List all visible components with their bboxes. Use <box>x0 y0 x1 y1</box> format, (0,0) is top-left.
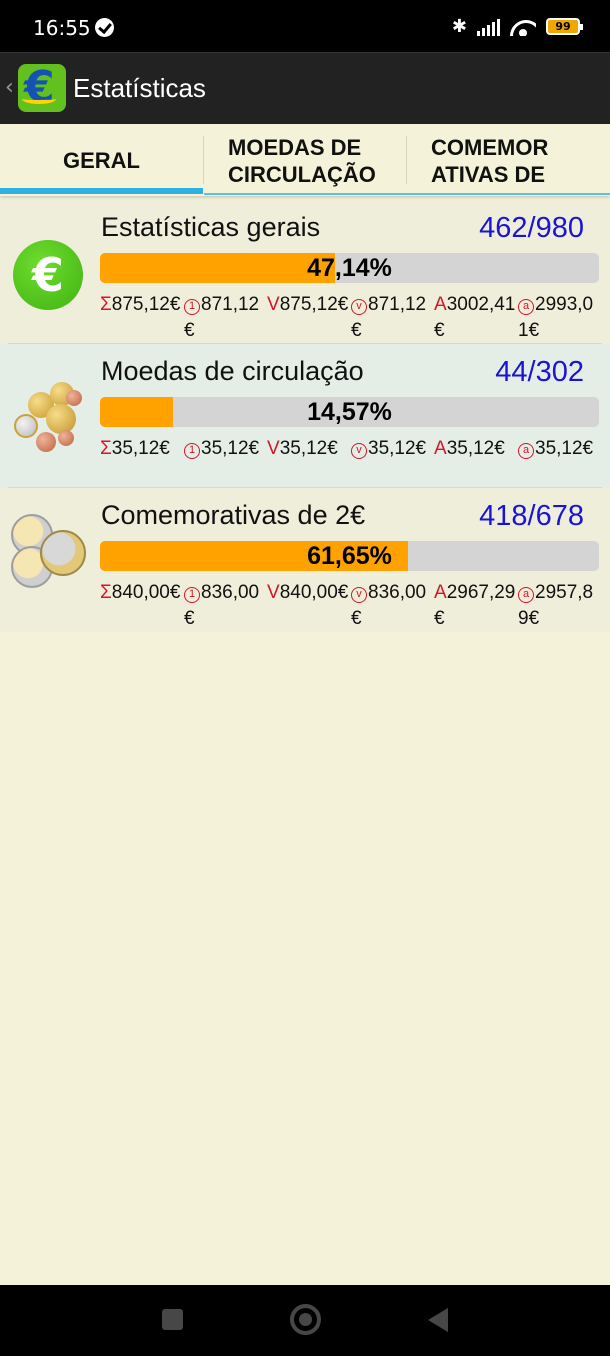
status-bar: 16:55 ✱ 99 <box>0 0 610 52</box>
value-v: V35,12€ <box>267 438 338 459</box>
row-title: Moedas de circulação <box>101 356 364 386</box>
app-bar: ‹ € Estatísticas <box>0 52 610 124</box>
back-chevron-icon[interactable]: ‹ <box>5 75 14 100</box>
stats-row-commemorative[interactable]: Comemorativas de 2€ 418/678 61,65% Σ840,… <box>0 488 610 632</box>
wifi-icon <box>510 18 536 36</box>
stats-row-general[interactable]: € Estatísticas gerais 462/980 47,14% Σ87… <box>0 200 610 344</box>
euro-logo-icon: € <box>24 64 55 112</box>
back-icon[interactable] <box>428 1308 448 1332</box>
tab-moedas-de-circulacao[interactable]: MOEDAS DE CIRCULAÇÃO <box>204 124 406 196</box>
tab-comemorativas[interactable]: COMEMOR ATIVAS DE <box>407 124 610 196</box>
home-icon[interactable] <box>290 1304 321 1335</box>
tab-underline <box>204 193 610 195</box>
check-circle-icon <box>95 18 114 37</box>
progress-percent: 47,14% <box>307 254 392 282</box>
selected-tab-indicator <box>0 188 203 194</box>
value-total: Σ875,12€ <box>100 294 181 315</box>
value-owned: 1 871,12€ <box>184 294 260 341</box>
value-total: Σ840,00€ <box>100 582 181 603</box>
value-a: A3002,41€ <box>434 294 516 341</box>
system-nav-bar <box>0 1285 610 1356</box>
progress-bar: 61,65% <box>100 541 599 571</box>
battery-icon: 99 <box>546 18 583 35</box>
value-owned: 1 836,00€ <box>184 582 260 629</box>
progress-bar: 14,57% <box>100 397 599 427</box>
row-title: Comemorativas de 2€ <box>101 500 366 530</box>
row-count: 418/678 <box>479 500 584 532</box>
row-count: 462/980 <box>479 212 584 244</box>
recents-icon[interactable] <box>162 1309 183 1330</box>
value-total: Σ35,12€ <box>100 438 170 459</box>
value-a-owned: a 35,12€ <box>518 436 601 462</box>
tab-bar: GERAL MOEDAS DE CIRCULAÇÃO COMEMOR ATIVA… <box>0 124 610 196</box>
signal-icon <box>477 18 500 36</box>
bluetooth-icon: ✱ <box>451 16 467 37</box>
value-v-owned: v 871,12€ <box>351 294 427 341</box>
status-icons: ✱ 99 <box>451 16 583 37</box>
value-v: V875,12€ <box>267 294 349 315</box>
value-owned: 1 35,12€ <box>184 436 267 462</box>
tab-label: COMEMOR ATIVAS DE <box>431 135 549 187</box>
stats-list: € Estatísticas gerais 462/980 47,14% Σ87… <box>0 200 610 632</box>
value-a: A35,12€ <box>434 438 505 459</box>
value-a: A2967,29€ <box>434 582 516 629</box>
row-count: 44/302 <box>495 356 584 388</box>
value-v-owned: v 836,00€ <box>351 582 427 629</box>
value-a-owned: a 2993,01€ <box>518 294 594 341</box>
stats-row-circulation[interactable]: Moedas de circulação 44/302 14,57% Σ35,1… <box>0 344 610 488</box>
euro-icon: € <box>13 240 83 310</box>
value-v-owned: v 35,12€ <box>351 436 434 462</box>
app-logo[interactable]: € <box>18 64 66 112</box>
progress-percent: 61,65% <box>307 542 392 570</box>
tab-geral[interactable]: GERAL <box>0 124 203 196</box>
value-v: V840,00€ <box>267 582 349 603</box>
status-time: 16:55 <box>33 16 91 40</box>
page-title: Estatísticas <box>73 73 206 103</box>
progress-percent: 14,57% <box>307 398 392 426</box>
tab-label: MOEDAS DE CIRCULAÇÃO <box>228 135 376 187</box>
row-title: Estatísticas gerais <box>101 212 321 242</box>
value-a-owned: a 2957,89€ <box>518 582 594 629</box>
progress-bar: 47,14% <box>100 253 599 283</box>
